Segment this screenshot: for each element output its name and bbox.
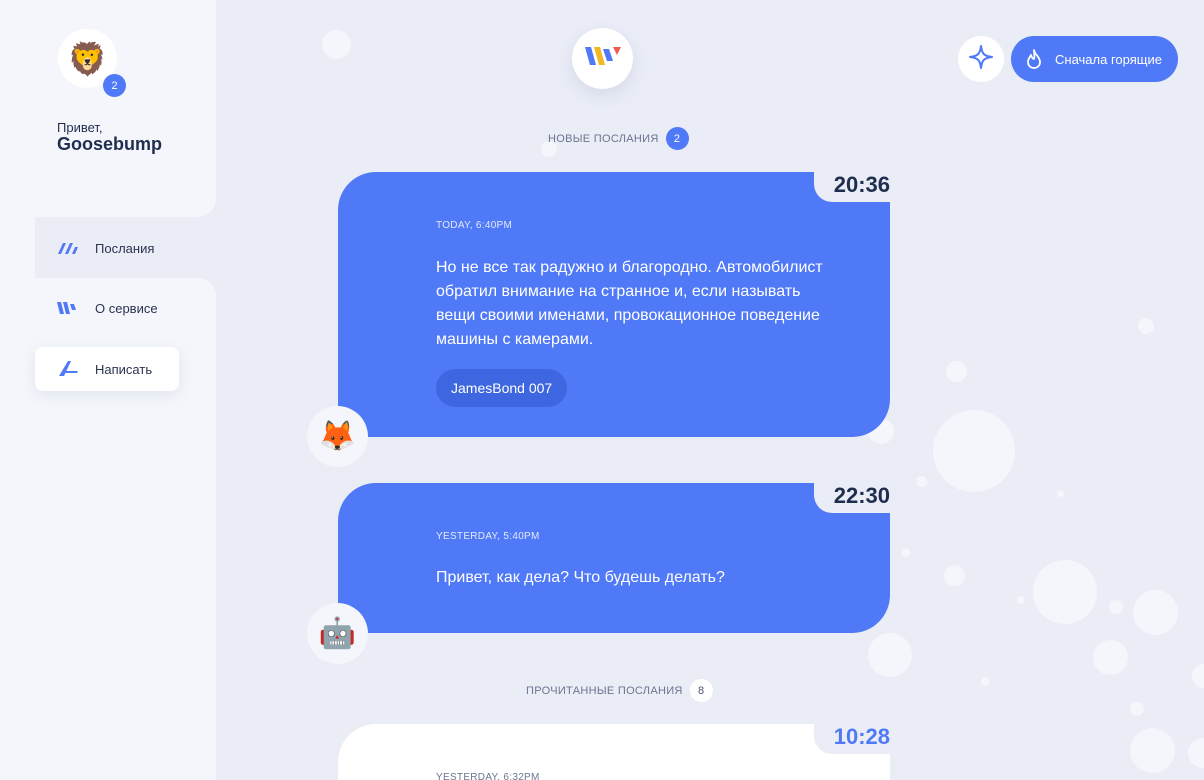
decor-bubble <box>946 361 967 382</box>
decor-bubble <box>1109 600 1123 614</box>
decor-bubble <box>1093 640 1128 675</box>
sort-hot-first-button[interactable]: Сначала горящие <box>1011 36 1178 82</box>
avatar-emoji: 🤖 <box>318 617 357 650</box>
write-button[interactable]: Написать <box>35 347 179 391</box>
decor-bubble <box>322 30 351 59</box>
decor-bubble <box>868 633 912 677</box>
nav-label: О сервисе <box>95 300 158 316</box>
sender-tag[interactable]: JamesBond 007 <box>436 369 568 407</box>
w-logo-icon <box>583 43 623 74</box>
messages-icon <box>56 239 80 257</box>
decor-bubble <box>1188 738 1204 768</box>
message-date: YESTERDAY, 5:40PM <box>436 531 540 542</box>
decor-bubble <box>981 677 990 686</box>
new-messages-header: НОВЫЕ ПОСЛАНИЯ 2 <box>548 127 689 150</box>
sort-button-label: Сначала горящие <box>1055 51 1162 67</box>
decor-bubble <box>1130 702 1144 716</box>
new-count-badge: 2 <box>665 127 689 150</box>
decor-bubble <box>1192 664 1204 688</box>
sender-avatar: 🦊 <box>307 406 368 467</box>
decor-bubble <box>944 565 965 586</box>
decor-bubble <box>901 548 910 557</box>
nav-label: Написать <box>95 361 153 377</box>
message-card[interactable]: 20:36 TODAY, 6:40PM Но не все так радужн… <box>338 172 890 437</box>
sparkle-button[interactable] <box>958 36 1004 82</box>
decor-bubble <box>933 410 1015 492</box>
fire-icon <box>1025 49 1043 69</box>
message-time: 20:36 <box>833 172 890 197</box>
greeting-text: Привет, <box>57 120 103 135</box>
read-messages-header: ПРОЧИТАННЫЕ ПОСЛАНИЯ 8 <box>526 679 713 702</box>
decor-bubble <box>1057 490 1064 497</box>
nav-item-about[interactable]: О сервисе <box>35 286 179 330</box>
message-time: 22:30 <box>833 483 890 508</box>
decor-bubble <box>916 476 927 487</box>
username: Goosebump <box>57 134 163 154</box>
avatar-emoji: 🦊 <box>318 420 357 453</box>
message-date: TODAY, 6:40PM <box>436 220 513 231</box>
avatar-emoji: 🦁 <box>67 40 108 77</box>
message-text: Но не все так радужно и благородно. Авто… <box>436 259 823 348</box>
notification-badge: 2 <box>103 74 126 97</box>
sparkle-icon <box>968 44 994 75</box>
decor-bubble <box>1130 728 1175 773</box>
message-card[interactable]: 22:30 YESTERDAY, 5:40PM Привет, как дела… <box>338 483 890 633</box>
nav-label: Послания <box>95 240 155 256</box>
read-count-badge: 8 <box>689 679 713 702</box>
nav-background <box>0 217 35 278</box>
app-logo[interactable] <box>572 28 633 89</box>
nav-item-messages[interactable]: Послания <box>35 226 179 270</box>
decor-bubble <box>1133 590 1178 635</box>
message-date: YESTERDAY, 6:32PM <box>436 772 540 780</box>
write-icon <box>56 360 80 378</box>
section-title: НОВЫЕ ПОСЛАНИЯ <box>548 132 659 145</box>
section-title: ПРОЧИТАННЫЕ ПОСЛАНИЯ <box>526 684 683 697</box>
decor-bubble <box>1138 318 1154 334</box>
sender-avatar: 🤖 <box>307 603 368 664</box>
decor-bubble <box>1017 596 1025 604</box>
service-logo-icon <box>56 299 80 317</box>
profile-card <box>0 0 216 217</box>
decor-bubble <box>1033 560 1097 624</box>
message-card[interactable]: 10:28 YESTERDAY, 6:32PM <box>338 724 890 780</box>
message-time: 10:28 <box>833 724 890 749</box>
message-text: Привет, как дела? Что будешь делать? <box>436 569 725 586</box>
sidebar: 🦁 2 Привет, Goosebump Послания О сервисе… <box>0 0 216 780</box>
